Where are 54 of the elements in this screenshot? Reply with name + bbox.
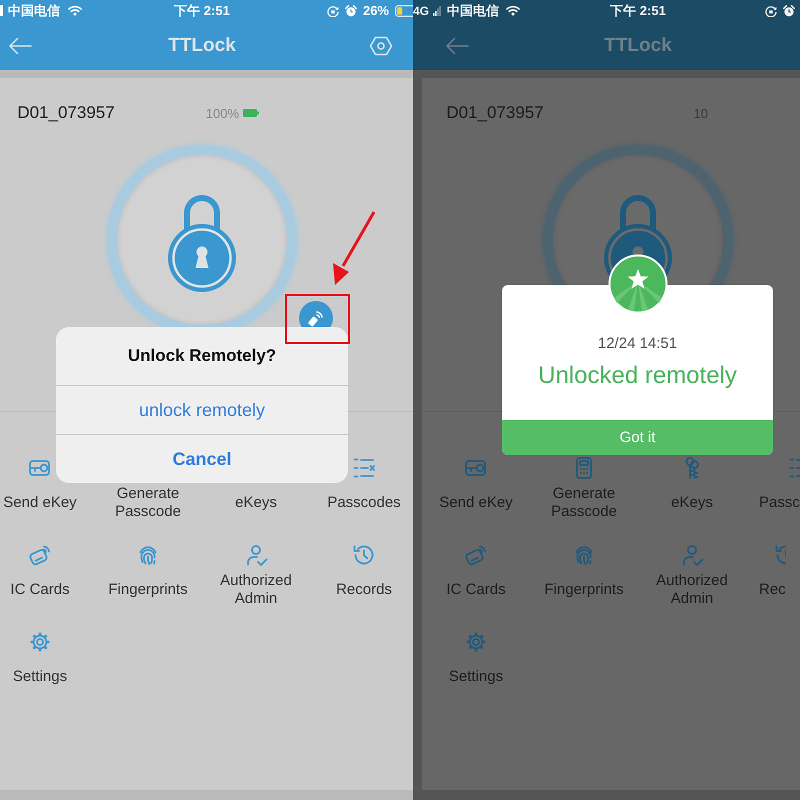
wifi-icon	[506, 5, 520, 16]
menu-item[interactable]: Rec	[759, 543, 786, 608]
menu-item[interactable]: Settings	[448, 630, 504, 695]
history-icon	[774, 543, 786, 567]
dialog-title: Unlock Remotely?	[126, 345, 278, 367]
rotation-lock-icon	[765, 4, 777, 16]
lock-name: D01_073957	[446, 103, 544, 123]
menu-item[interactable]: Send eKey	[439, 456, 513, 521]
numbered-list-icon	[788, 456, 800, 480]
network-type: 4G	[413, 4, 430, 18]
success-message: Unlocked remotely	[538, 361, 737, 391]
signal-icon	[0, 5, 3, 16]
settings-icon	[464, 630, 488, 654]
alarm-clock-icon	[344, 4, 357, 16]
dialog-action[interactable]: unlock remotely	[56, 385, 348, 434]
menu-item[interactable]: Settings	[12, 630, 68, 695]
carrier-name: 中国电信	[447, 2, 500, 20]
menu-item[interactable]: Generate Passcode	[534, 456, 634, 521]
battery-icon	[243, 109, 259, 117]
alarm-clock-icon	[783, 4, 795, 16]
settings-icon	[28, 630, 52, 654]
back-arrow-icon[interactable]	[445, 36, 469, 54]
lock-name: D01_073957	[17, 103, 115, 123]
menu-item[interactable]: eKeys	[671, 456, 713, 521]
got-it-button[interactable]: Got it	[502, 420, 773, 455]
dialog-action[interactable]: Cancel	[56, 434, 348, 483]
app-title: TTLock	[604, 34, 672, 56]
rf-card-icon	[28, 543, 52, 567]
user-check-icon	[244, 543, 268, 567]
menu-item[interactable]: Fingerprints	[544, 543, 624, 608]
menu-item[interactable]: Records	[336, 543, 392, 608]
battery-icon	[395, 4, 413, 16]
rotation-lock-icon	[326, 4, 339, 16]
numbered-list-icon	[352, 456, 376, 480]
padlock-icon	[167, 195, 237, 293]
status-time: 下午 2:51	[174, 2, 230, 20]
menu-item[interactable]: Authorized Admin	[642, 543, 742, 608]
menu-item[interactable]: Passc	[759, 456, 800, 521]
app-title: TTLock	[168, 34, 236, 56]
history-icon	[352, 543, 376, 567]
menu-item[interactable]: IC Cards	[446, 543, 506, 608]
status-time: 下午 2:51	[610, 2, 666, 20]
menu-item[interactable]: Authorized Admin	[206, 543, 306, 608]
carrier-name: 中国电信	[8, 2, 60, 20]
rf-card-icon	[464, 543, 488, 567]
lock-battery-level: 100%	[206, 106, 239, 120]
signal-icon	[433, 5, 442, 16]
menu-item[interactable]: Fingerprints	[108, 543, 188, 608]
user-check-icon	[680, 543, 704, 567]
unlock-time: 12/24 14:51	[598, 335, 678, 353]
battery-percent: 26%	[362, 3, 389, 18]
menu-item[interactable]: IC Cards	[10, 543, 70, 608]
hexagon-icon[interactable]	[369, 36, 393, 56]
wifi-icon	[68, 5, 82, 16]
